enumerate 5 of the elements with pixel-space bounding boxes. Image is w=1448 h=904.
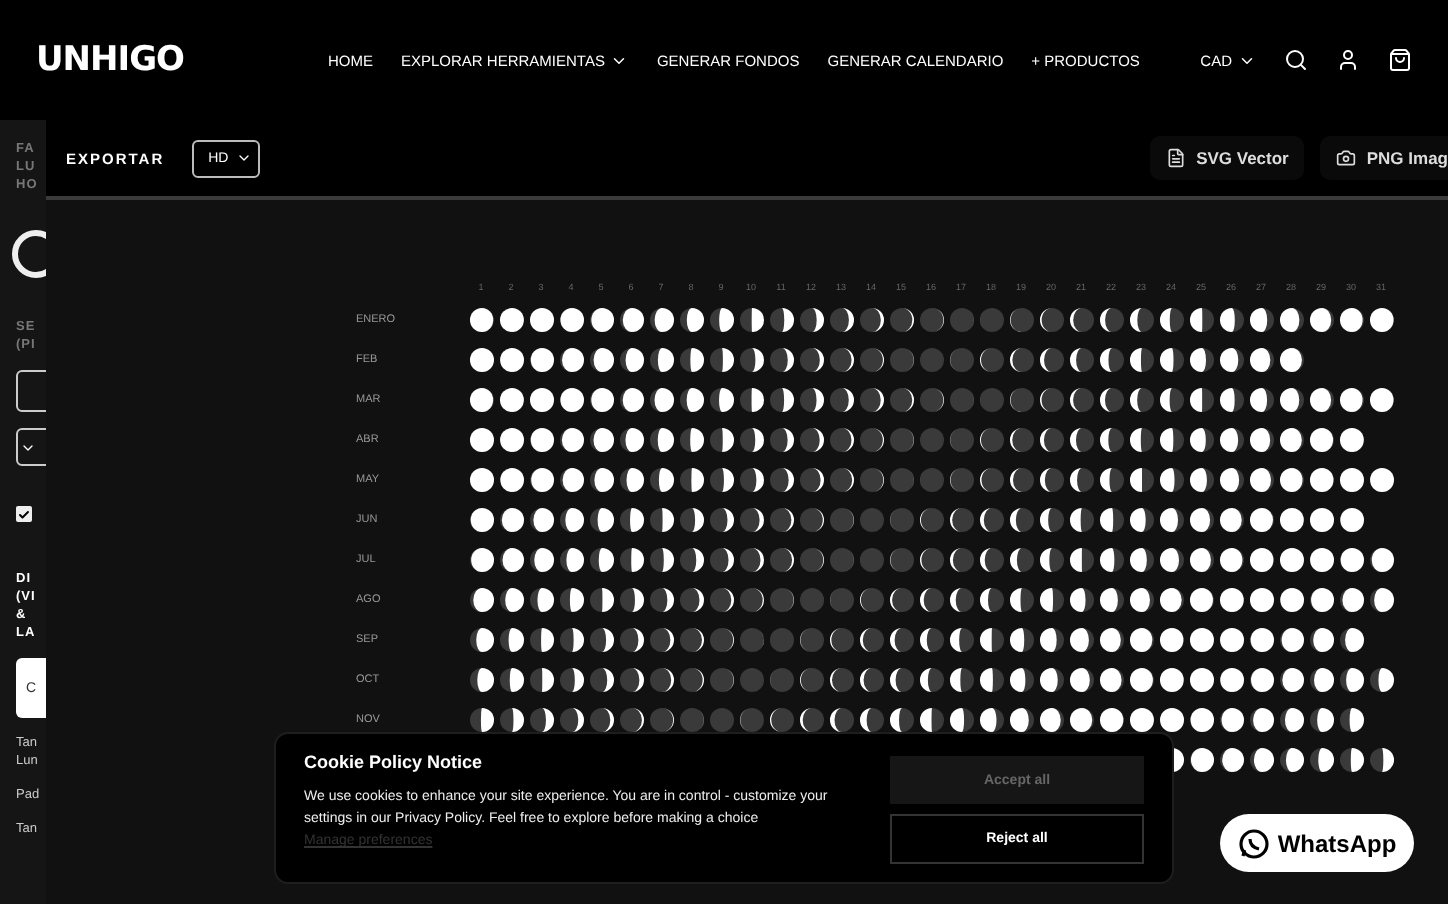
whatsapp-button[interactable]: WhatsApp bbox=[1220, 814, 1414, 872]
cookie-title: Cookie Policy Notice bbox=[304, 752, 485, 772]
export-button[interactable]: PNG Imag bbox=[1320, 136, 1448, 180]
export-button[interactable]: SVG Vector bbox=[1150, 136, 1305, 180]
logo[interactable]: UNHIGO bbox=[36, 40, 328, 80]
